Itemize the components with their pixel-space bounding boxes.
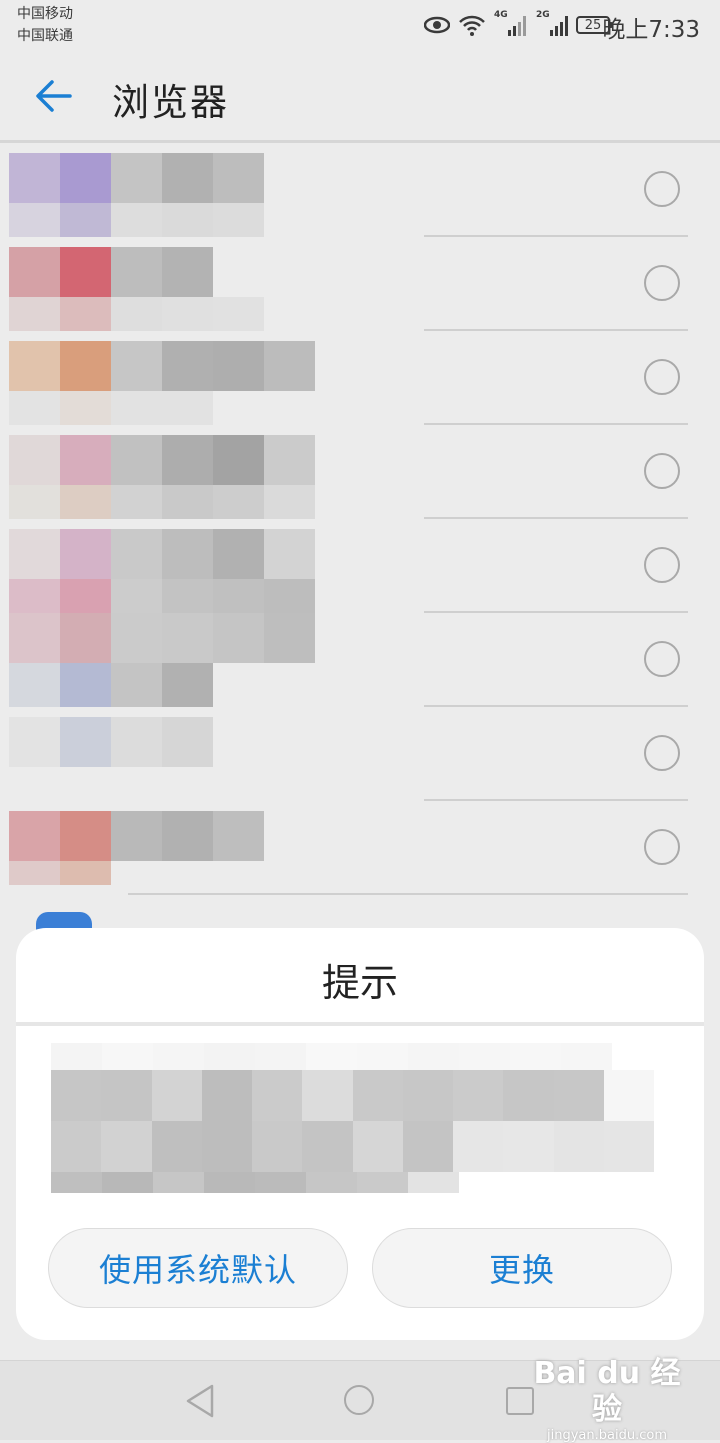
obscured-app-subtitle [9,297,264,331]
list-item[interactable] [0,707,720,801]
network-type-1: 4G [494,10,508,20]
browser-list [0,143,720,895]
radio-button[interactable] [644,171,680,207]
obscured-app-entry [9,435,315,485]
square-recent-icon[interactable] [506,1387,534,1415]
baidu-watermark: Bai du 经验 jingyan.baidu.com [532,1356,682,1443]
page-title: 浏览器 [112,81,229,124]
radio-button[interactable] [644,453,680,489]
dialog-title: 提示 [321,961,398,1005]
change-button[interactable]: 更换 [372,1228,672,1308]
list-item[interactable] [0,143,720,237]
signal-2g-icon: 2G [536,10,568,36]
battery-level: 25 [584,17,602,33]
radio-button[interactable] [644,641,680,677]
obscured-app-entry [9,717,213,767]
list-item[interactable] [0,519,720,613]
carrier-label-1: 中国移动 [17,6,73,22]
arrow-left-icon[interactable] [34,76,74,116]
row-divider [128,893,688,895]
carrier-label-2: 中国联通 [17,28,73,44]
eye-icon [424,16,450,34]
obscured-app-entry [9,153,264,203]
list-item[interactable] [0,425,720,519]
radio-button[interactable] [644,265,680,301]
watermark-logo: Bai du 经验 [533,1356,681,1427]
status-icons: 4G 2G 25 [424,10,613,40]
obscured-app-entry [9,247,213,297]
radio-button[interactable] [644,829,680,865]
list-item[interactable] [0,801,720,895]
obscured-app-subtitle [9,203,264,237]
wifi-icon [459,15,485,36]
obscured-app-subtitle [9,391,213,425]
circle-home-icon[interactable] [344,1385,374,1415]
prompt-dialog: 提示 使用系统默认 更换 [16,928,704,1340]
app-bar: 浏览器 [0,52,720,140]
obscured-app-subtitle [9,861,111,885]
obscured-app-subtitle [9,485,315,519]
triangle-back-icon[interactable] [184,1383,216,1419]
signal-4g-icon: 4G [494,10,526,36]
obscured-app-entry [9,811,264,861]
list-item[interactable] [0,237,720,331]
dialog-message-obscured [51,1043,654,1193]
status-bar: 中国移动 中国联通 4G 2G 25 晚上7:33 [0,0,720,50]
dialog-divider [16,1022,704,1026]
radio-button[interactable] [644,359,680,395]
watermark-url: jingyan.baidu.com [547,1428,667,1443]
radio-button[interactable] [644,735,680,771]
status-time: 晚上7:33 [602,17,700,43]
obscured-app-entry [9,613,315,663]
radio-button[interactable] [644,547,680,583]
use-system-default-button[interactable]: 使用系统默认 [48,1228,348,1308]
obscured-app-subtitle [9,663,213,707]
network-type-2: 2G [536,10,550,20]
list-item[interactable] [0,331,720,425]
obscured-app-entry [9,529,315,579]
obscured-app-entry [9,341,315,391]
list-item[interactable] [0,613,720,707]
obscured-app-subtitle [9,579,315,613]
